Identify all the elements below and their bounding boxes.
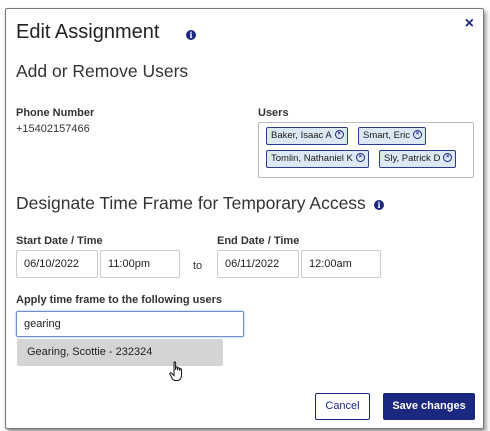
remove-circle-icon[interactable]: × — [355, 152, 365, 162]
to-label: to — [193, 260, 203, 272]
start-date-time-label: Start Date / Time — [16, 235, 103, 247]
info-icon[interactable]: i — [186, 30, 196, 40]
user-search-input[interactable]: gearing — [16, 311, 244, 337]
close-button[interactable]: × — [465, 16, 474, 32]
cancel-button[interactable]: Cancel — [315, 393, 370, 420]
time-frame-heading: Designate Time Frame for Temporary Acces… — [16, 193, 366, 213]
start-date-input[interactable]: 06/10/2022 — [16, 250, 98, 278]
remove-circle-icon[interactable]: × — [334, 129, 344, 139]
end-date-input[interactable]: 06/11/2022 — [217, 250, 299, 278]
hand-pointer-icon — [169, 361, 182, 381]
user-chip[interactable]: Baker, Isaac A × — [266, 127, 348, 145]
suggestion-item[interactable]: Gearing, Scottie - 232324 — [17, 339, 223, 366]
start-time-input[interactable]: 11:00pm — [100, 250, 180, 278]
user-chip-label: Smart, Eric — [363, 130, 410, 141]
edit-assignment-dialog: Edit Assignment i × Add or Remove Users … — [5, 8, 484, 429]
user-chip[interactable]: Tomlin, Nathaniel K × — [266, 150, 369, 168]
phone-number-label: Phone Number — [16, 107, 95, 119]
user-chip-label: Sly, Patrick D — [384, 153, 441, 164]
users-label: Users — [258, 107, 289, 119]
apply-users-label: Apply time frame to the following users — [16, 294, 222, 306]
dialog-title: Edit Assignment — [16, 21, 160, 43]
save-changes-button[interactable]: Save changes — [383, 393, 475, 420]
user-chip-label: Baker, Isaac A — [271, 130, 332, 141]
add-remove-users-heading: Add or Remove Users — [16, 61, 189, 81]
user-chip[interactable]: Sly, Patrick D × — [379, 150, 457, 168]
user-chip-label: Tomlin, Nathaniel K — [271, 153, 353, 164]
user-chip[interactable]: Smart, Eric × — [358, 127, 426, 145]
info-icon[interactable]: i — [374, 200, 384, 210]
end-date-time-label: End Date / Time — [217, 235, 300, 247]
end-time-input[interactable]: 12:00am — [301, 250, 381, 278]
remove-circle-icon[interactable]: × — [443, 152, 453, 162]
users-chip-list[interactable]: Baker, Isaac A × Smart, Eric × Tomlin, Nat… — [258, 122, 474, 178]
phone-number-value: +15402157466 — [16, 123, 90, 135]
remove-circle-icon[interactable]: × — [412, 129, 422, 139]
